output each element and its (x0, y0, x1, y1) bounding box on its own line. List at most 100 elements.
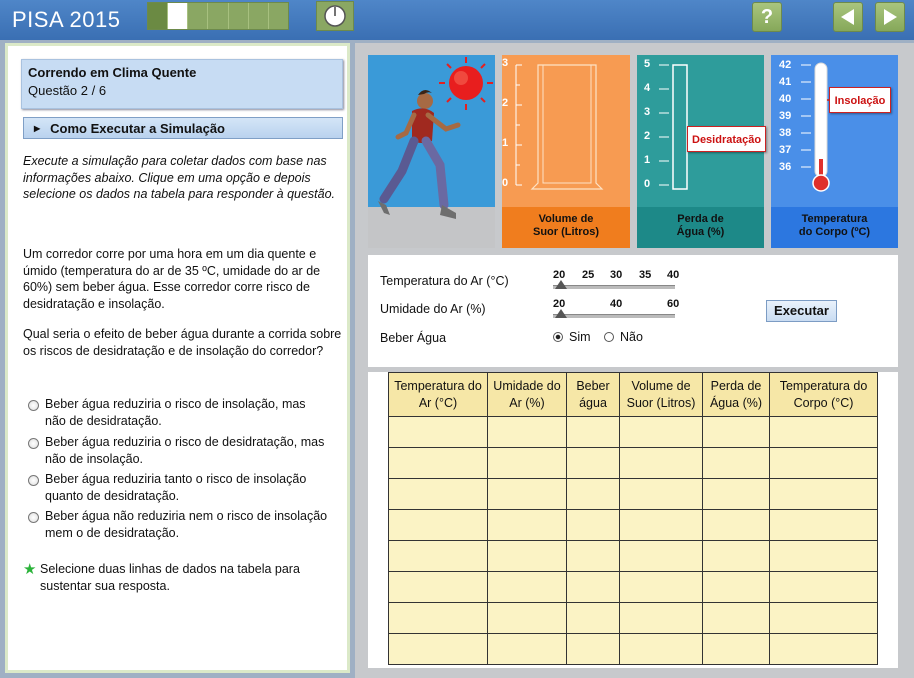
table-cell[interactable] (702, 478, 770, 510)
right-arrow-icon (884, 9, 897, 25)
radio-button[interactable] (28, 475, 39, 486)
table-cell[interactable] (388, 416, 488, 448)
air-temperature-slider-handle[interactable] (555, 280, 567, 289)
star-icon: ★ (23, 561, 37, 578)
table-cell[interactable] (487, 571, 567, 603)
radio-button[interactable] (28, 400, 39, 411)
table-cell[interactable] (566, 602, 620, 634)
table-cell[interactable] (769, 571, 878, 603)
unit-title: Correndo em Clima Quente (28, 65, 197, 80)
table-cell[interactable] (702, 602, 770, 634)
table-row[interactable] (388, 602, 878, 634)
table-row[interactable] (388, 540, 878, 572)
table-cell[interactable] (566, 447, 620, 479)
body-temp-tick: 38 (779, 127, 792, 139)
table-cell[interactable] (769, 602, 878, 634)
table-cell[interactable] (619, 540, 703, 572)
table-cell[interactable] (769, 447, 878, 479)
header-line: Suor (Litros) (626, 395, 696, 410)
table-cell[interactable] (702, 633, 770, 665)
table-cell[interactable] (702, 447, 770, 479)
water-loss-tick: 0 (644, 178, 651, 190)
drink-water-yes-option[interactable]: Sim (553, 330, 591, 344)
table-cell[interactable] (769, 478, 878, 510)
answer-option[interactable]: Beber água reduziria o risco de insolaçã… (28, 396, 328, 429)
table-cell[interactable] (566, 478, 620, 510)
radio-button-selected[interactable] (553, 332, 563, 342)
next-button[interactable] (875, 2, 905, 32)
table-cell[interactable] (487, 602, 567, 634)
answer-option[interactable]: Beber água não reduziria nem o risco de … (28, 508, 328, 541)
header-line: Água (%) (709, 395, 763, 410)
left-arrow-icon (841, 9, 854, 25)
header-line: Corpo (°C) (793, 395, 854, 410)
column-header-sweat-volume: Volume de Suor (Litros) (619, 372, 703, 417)
question-number: Questão 2 / 6 (28, 83, 107, 98)
previous-button[interactable] (833, 2, 863, 32)
table-cell[interactable] (619, 478, 703, 510)
table-cell[interactable] (388, 540, 488, 572)
radio-button[interactable] (28, 438, 39, 449)
table-cell[interactable] (388, 571, 488, 603)
top-bar: PISA 2015 ? (0, 0, 914, 40)
sweat-volume-label: Volume de Suor (Litros) (502, 207, 630, 248)
body-temp-label-line2: do Corpo (ºC) (798, 226, 871, 238)
table-cell[interactable] (388, 633, 488, 665)
drink-water-no-label: Não (620, 330, 643, 344)
drink-water-no-option[interactable]: Não (604, 330, 643, 344)
water-loss-tick: 2 (644, 130, 651, 142)
table-cell[interactable] (566, 540, 620, 572)
table-row[interactable] (388, 416, 878, 448)
how-to-run-simulation-button[interactable]: ▶ Como Executar a Simulação (23, 117, 343, 139)
table-cell[interactable] (388, 509, 488, 541)
help-button[interactable]: ? (752, 2, 782, 32)
table-row[interactable] (388, 633, 878, 665)
body-temp-tick: 37 (779, 144, 792, 156)
table-row[interactable] (388, 509, 878, 541)
radio-button[interactable] (604, 332, 614, 342)
answer-option[interactable]: Beber água reduziria tanto o risco de in… (28, 471, 328, 504)
table-cell[interactable] (702, 416, 770, 448)
table-cell[interactable] (487, 478, 567, 510)
humidity-tick: 60 (667, 298, 680, 310)
table-cell[interactable] (702, 509, 770, 541)
table-cell[interactable] (487, 540, 567, 572)
table-cell[interactable] (619, 602, 703, 634)
table-cell[interactable] (487, 633, 567, 665)
radio-button[interactable] (28, 512, 39, 523)
table-cell[interactable] (769, 416, 878, 448)
table-cell[interactable] (619, 633, 703, 665)
table-cell[interactable] (487, 447, 567, 479)
table-cell[interactable] (566, 509, 620, 541)
table-cell[interactable] (619, 416, 703, 448)
table-cell[interactable] (619, 571, 703, 603)
table-cell[interactable] (388, 478, 488, 510)
table-cell[interactable] (566, 416, 620, 448)
table-cell[interactable] (769, 633, 878, 665)
table-cell[interactable] (702, 571, 770, 603)
table-cell[interactable] (388, 602, 488, 634)
table-cell[interactable] (487, 416, 567, 448)
body-temp-tick: 42 (779, 59, 792, 71)
table-cell[interactable] (769, 540, 878, 572)
table-cell[interactable] (702, 540, 770, 572)
table-cell[interactable] (619, 447, 703, 479)
table-cell[interactable] (388, 447, 488, 479)
table-cell[interactable] (487, 509, 567, 541)
humidity-slider[interactable] (553, 314, 675, 318)
table-row[interactable] (388, 571, 878, 603)
air-temp-tick: 30 (610, 269, 623, 281)
table-cell[interactable] (566, 571, 620, 603)
run-button[interactable]: Executar (766, 300, 837, 322)
sweat-tick: 1 (502, 137, 509, 149)
header-line: água (579, 395, 607, 410)
table-row[interactable] (388, 478, 878, 510)
humidity-slider-handle[interactable] (555, 309, 567, 318)
air-temperature-slider[interactable] (553, 285, 675, 289)
answer-option[interactable]: Beber água reduziria o risco de desidrat… (28, 434, 328, 467)
table-cell[interactable] (566, 633, 620, 665)
table-row[interactable] (388, 447, 878, 479)
table-cell[interactable] (619, 509, 703, 541)
simulation-panel: 3 2 1 0 Volume de Suor (Litros) 5 4 3 2 … (355, 43, 914, 678)
table-cell[interactable] (769, 509, 878, 541)
